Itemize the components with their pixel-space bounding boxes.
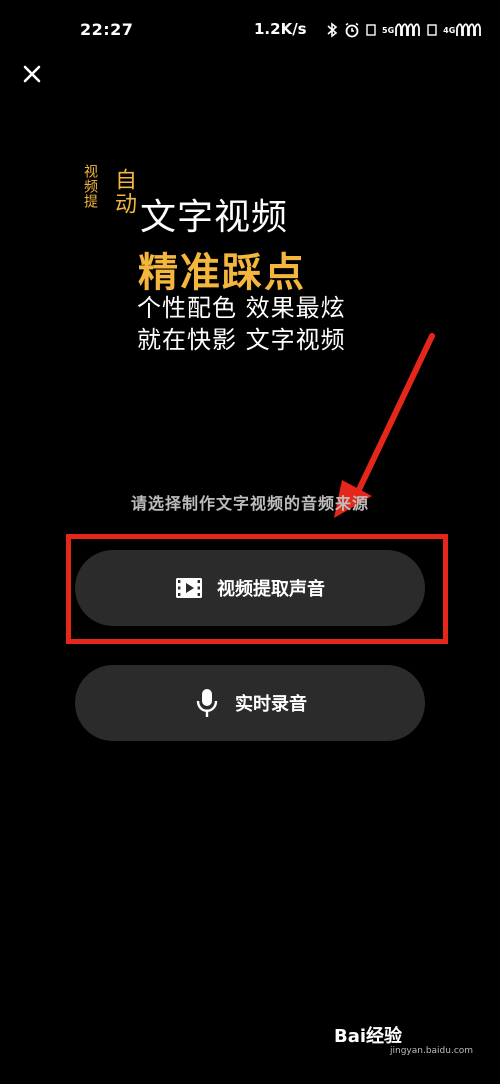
record-audio-label: 实时录音 xyxy=(235,694,307,715)
microphone-icon xyxy=(193,689,221,717)
close-button[interactable] xyxy=(20,62,44,86)
record-audio-button[interactable]: 实时录音 xyxy=(75,665,425,741)
alarm-icon xyxy=(344,22,360,38)
status-bar: 22:27 1.2K/s 5G 4G 49 xyxy=(0,14,500,44)
promo-tagline-2: 就在快影 文字视频 xyxy=(137,326,346,354)
hd-icon xyxy=(366,22,376,38)
watermark: Bai经验 jingyan.baidu.com xyxy=(334,1020,473,1060)
screen: 22:27 1.2K/s 5G 4G 49 xyxy=(0,0,500,1084)
promo-vertical-big: 自动 xyxy=(111,168,136,216)
close-icon xyxy=(23,65,41,83)
prompt-text: 请选择制作文字视频的音频来源 xyxy=(130,494,369,513)
signal-sim2-icon: 4G xyxy=(443,22,482,38)
promo-vertical-small: 视频提 xyxy=(82,164,98,209)
network-speed: 1.2K/s xyxy=(254,20,307,38)
hd2-icon xyxy=(427,22,437,38)
status-time: 22:27 xyxy=(80,20,134,39)
promo-tagline-1: 个性配色 效果最炫 xyxy=(137,294,346,322)
promo-title: 文字视频 xyxy=(140,197,289,238)
signal-sim1-icon: 5G xyxy=(382,22,421,38)
sim2-label: 4G xyxy=(443,25,456,35)
watermark-text: Bai经验 xyxy=(334,1026,403,1047)
bluetooth-icon xyxy=(326,22,338,38)
annotation-highlight-box xyxy=(66,534,448,644)
sim1-label: 5G xyxy=(382,25,395,35)
status-icons: 5G 4G 49 xyxy=(326,18,500,42)
watermark-url: jingyan.baidu.com xyxy=(390,1046,474,1056)
